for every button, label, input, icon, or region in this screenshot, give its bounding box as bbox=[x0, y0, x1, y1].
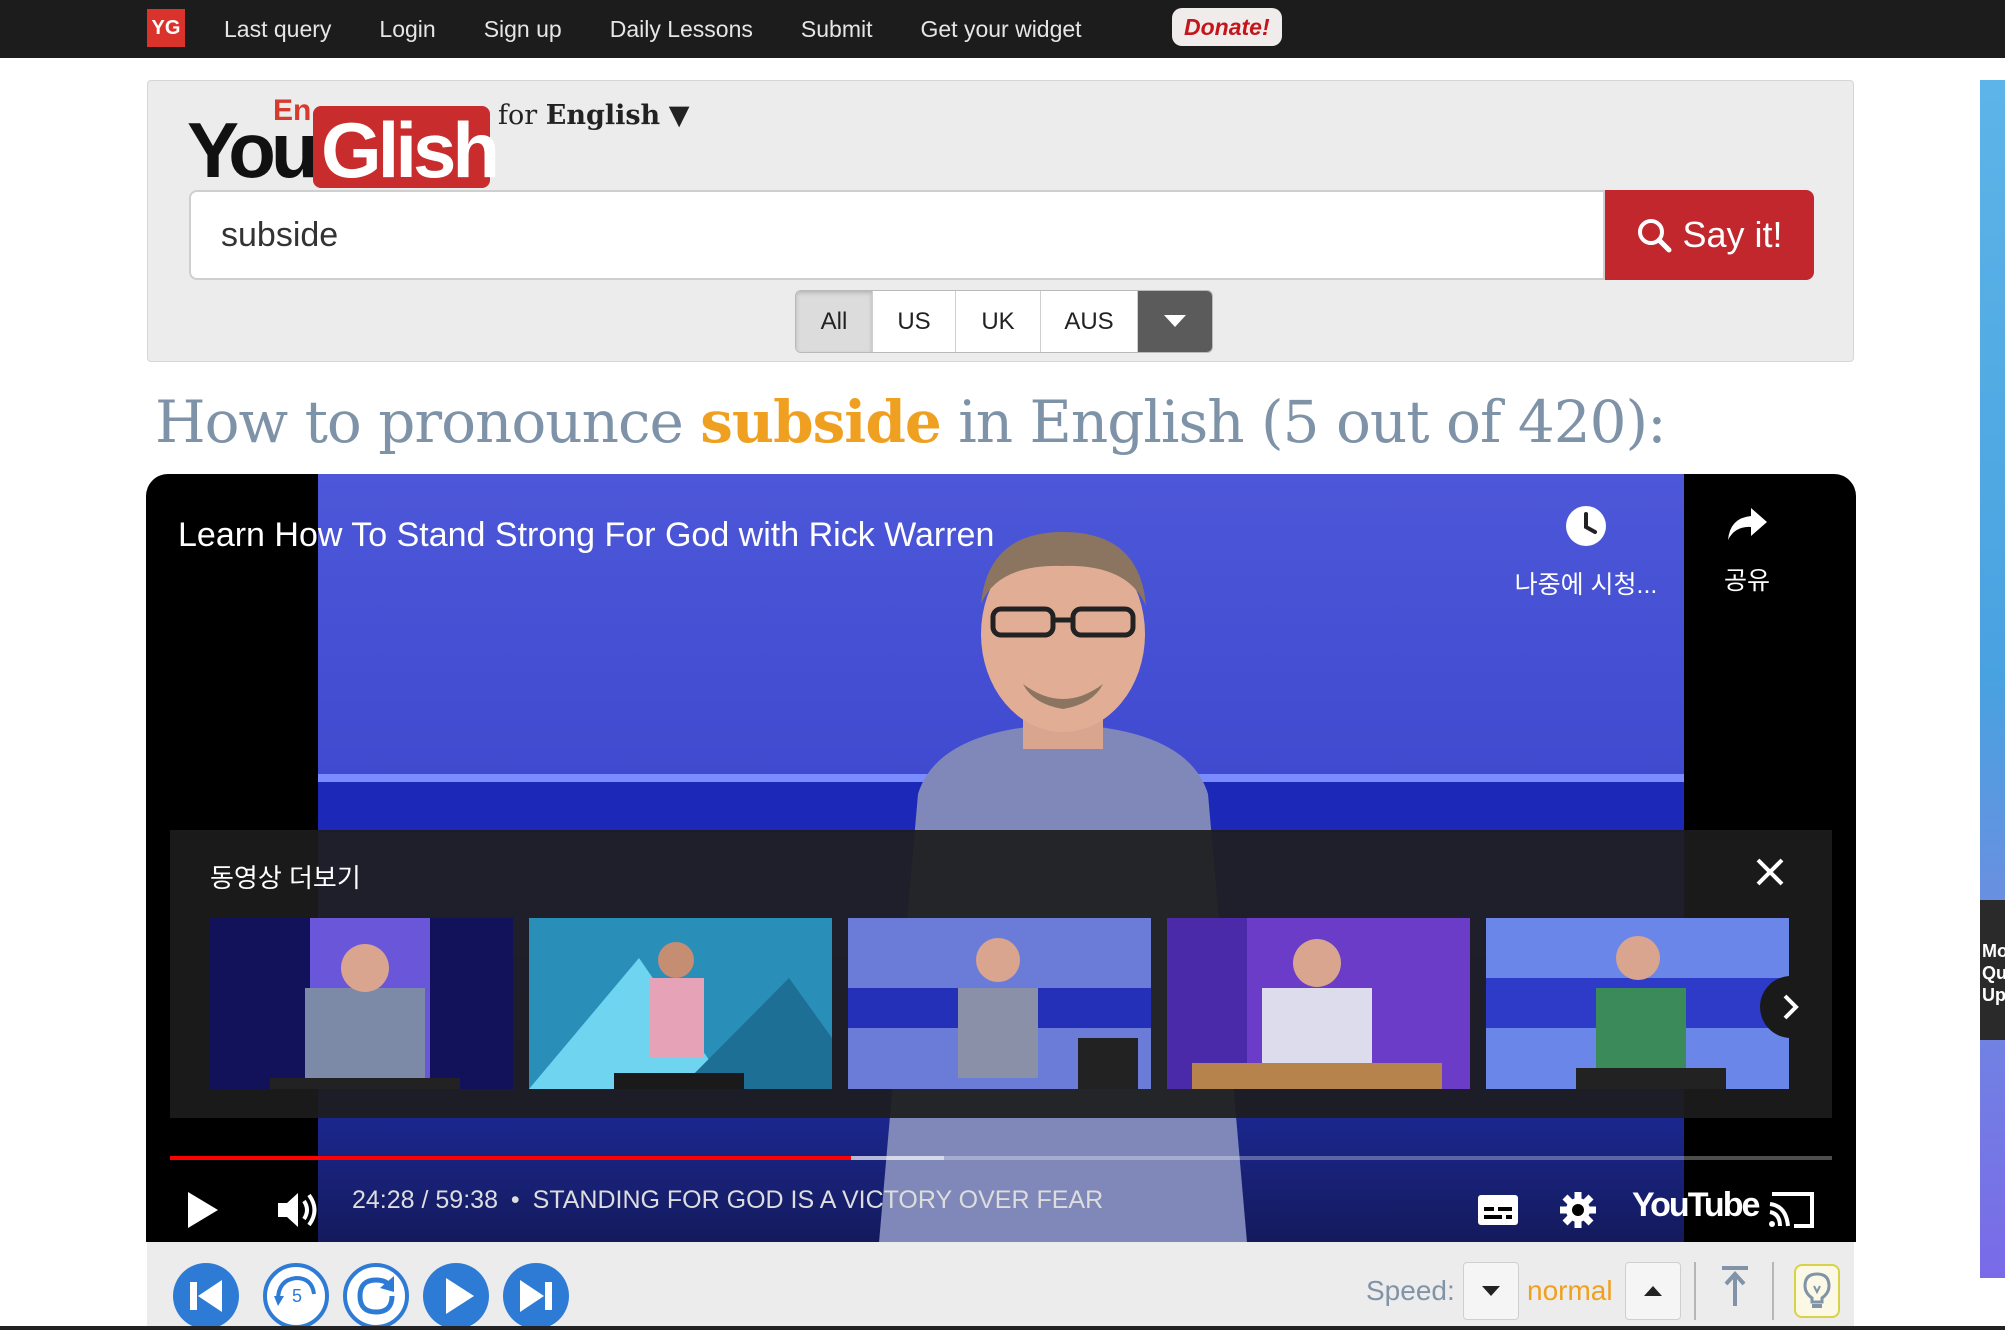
heading-prefix: How to pronounce bbox=[155, 388, 701, 456]
clock-icon bbox=[1566, 506, 1606, 546]
thumbnail-image bbox=[1167, 918, 1470, 1089]
youglish-logo[interactable]: You Glish En bbox=[187, 94, 500, 194]
video-time-display: 24:28 / 59:38 • STANDING FOR GOD IS A VI… bbox=[352, 1186, 1104, 1214]
replay-icon[interactable] bbox=[342, 1262, 410, 1330]
watch-later-button[interactable]: 나중에 시청... bbox=[1506, 504, 1666, 601]
previous-video-icon[interactable] bbox=[172, 1262, 240, 1330]
caret-up-icon bbox=[1644, 1286, 1662, 1296]
current-time: 24:28 bbox=[352, 1186, 415, 1214]
volume-button[interactable] bbox=[276, 1182, 322, 1238]
logo-en-text: En bbox=[273, 94, 312, 127]
gear-icon bbox=[1560, 1192, 1596, 1228]
rewind-5-icon[interactable]: 5 bbox=[262, 1262, 330, 1330]
heading-word: subside bbox=[700, 388, 942, 456]
cast-icon bbox=[1769, 1192, 1814, 1228]
video-progress-bar[interactable] bbox=[170, 1156, 1832, 1160]
language-selector[interactable]: for English ▼ bbox=[498, 100, 690, 131]
rewind-seconds-text: 5 bbox=[292, 1286, 302, 1306]
say-it-label: Say it! bbox=[1682, 214, 1783, 255]
thumbnail-image bbox=[1486, 918, 1789, 1089]
speed-increase-button[interactable] bbox=[1625, 1262, 1681, 1320]
settings-button[interactable] bbox=[1558, 1182, 1598, 1238]
speed-decrease-button[interactable] bbox=[1463, 1262, 1519, 1320]
play-button[interactable] bbox=[186, 1182, 220, 1238]
nav-get-widget[interactable]: Get your widget bbox=[920, 16, 1081, 43]
share-icon bbox=[1728, 508, 1767, 540]
nav-sign-up[interactable]: Sign up bbox=[484, 16, 562, 43]
side-text-line: Mo bbox=[1982, 941, 2005, 961]
suggested-video-thumbnail[interactable] bbox=[210, 918, 513, 1089]
suggested-video-thumbnail[interactable] bbox=[1167, 918, 1470, 1089]
watch-later-label: 나중에 시청... bbox=[1514, 571, 1658, 599]
heading-suffix: in English (5 out of 420): bbox=[940, 388, 1667, 456]
video-player[interactable]: Learn How To Stand Strong For God with R… bbox=[146, 474, 1856, 1242]
nav-submit[interactable]: Submit bbox=[801, 16, 873, 43]
chevron-right-icon bbox=[1783, 994, 1799, 1020]
side-text-line: Qu bbox=[1982, 963, 2005, 983]
more-videos-title: 동영상 더보기 bbox=[210, 863, 361, 893]
nav-links: Last query Login Sign up Daily Lessons S… bbox=[224, 0, 1130, 58]
side-text-line: Up bbox=[1982, 985, 2005, 1005]
accent-all[interactable]: All bbox=[796, 291, 873, 352]
chapter-title[interactable]: STANDING FOR GOD IS A VICTORY OVER FEAR bbox=[533, 1186, 1103, 1214]
donate-button[interactable]: Donate! bbox=[1172, 8, 1282, 46]
time-separator: • bbox=[510, 1186, 520, 1214]
progress-played bbox=[170, 1156, 852, 1160]
accent-more-dropdown[interactable] bbox=[1138, 291, 1212, 352]
youtube-logo[interactable]: YouTube bbox=[1632, 1186, 1760, 1225]
suggested-video-thumbnail[interactable] bbox=[1486, 918, 1789, 1089]
tips-button[interactable] bbox=[1794, 1264, 1840, 1318]
close-icon[interactable] bbox=[1752, 854, 1788, 890]
volume-icon bbox=[278, 1193, 317, 1227]
side-ad-strip[interactable]: Mo Qu Up bbox=[1980, 80, 2005, 1278]
language-dropdown-icon: ▼ bbox=[668, 100, 690, 131]
next-video-icon[interactable] bbox=[502, 1262, 570, 1330]
accent-uk[interactable]: UK bbox=[956, 291, 1041, 352]
logo-glish-text: Glish bbox=[321, 106, 500, 194]
speed-value: normal bbox=[1527, 1275, 1613, 1306]
subtitles-button[interactable] bbox=[1476, 1182, 1520, 1238]
yg-logo-badge[interactable]: YG bbox=[147, 9, 185, 47]
language-prefix: for bbox=[498, 100, 538, 131]
page-bottom-border bbox=[0, 1326, 2005, 1330]
page-heading: How to pronounce subside in English (5 o… bbox=[155, 388, 1667, 456]
divider bbox=[1772, 1262, 1774, 1320]
lightbulb-icon bbox=[1803, 1272, 1831, 1308]
nav-daily-lessons[interactable]: Daily Lessons bbox=[610, 16, 753, 43]
next-suggestions-button[interactable] bbox=[1760, 976, 1822, 1038]
suggested-video-thumbnail[interactable] bbox=[529, 918, 832, 1089]
thumbnail-image bbox=[848, 918, 1151, 1089]
top-nav-bar: YG Last query Login Sign up Daily Lesson… bbox=[0, 0, 2005, 58]
video-title[interactable]: Learn How To Stand Strong For God with R… bbox=[178, 516, 994, 555]
play-icon[interactable] bbox=[422, 1262, 490, 1330]
thumbnail-image bbox=[210, 918, 513, 1089]
accent-us[interactable]: US bbox=[873, 291, 956, 352]
subtitles-icon bbox=[1478, 1195, 1518, 1225]
side-card-text: Mo Qu Up bbox=[1982, 940, 2005, 1006]
language-name: English bbox=[545, 100, 661, 131]
caret-down-icon bbox=[1164, 314, 1186, 327]
speed-label: Speed: bbox=[1366, 1275, 1455, 1306]
nav-last-query[interactable]: Last query bbox=[224, 16, 331, 43]
suggested-video-thumbnail[interactable] bbox=[848, 918, 1151, 1089]
share-label: 공유 bbox=[1723, 567, 1770, 595]
accent-filter: All US UK AUS bbox=[795, 290, 1213, 353]
scroll-to-top-icon[interactable] bbox=[1716, 1264, 1754, 1310]
search-input[interactable] bbox=[189, 190, 1605, 280]
say-it-button[interactable]: Say it! bbox=[1605, 190, 1814, 280]
play-icon bbox=[188, 1192, 218, 1228]
more-videos-panel: 동영상 더보기 bbox=[170, 830, 1832, 1118]
duration: 59:38 bbox=[435, 1186, 498, 1214]
thumbnail-image bbox=[529, 918, 832, 1089]
nav-login[interactable]: Login bbox=[379, 16, 435, 43]
divider bbox=[1694, 1262, 1696, 1320]
search-icon bbox=[1638, 219, 1672, 253]
cast-button[interactable] bbox=[1766, 1182, 1816, 1238]
caret-down-icon bbox=[1482, 1286, 1500, 1296]
share-button[interactable]: 공유 bbox=[1702, 504, 1792, 597]
accent-aus[interactable]: AUS bbox=[1041, 291, 1138, 352]
